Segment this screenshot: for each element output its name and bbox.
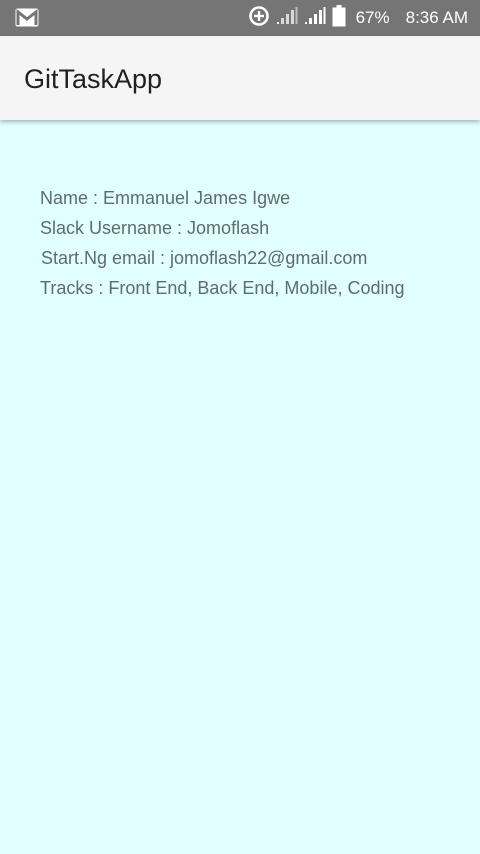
app-bar: GitTaskApp: [0, 36, 480, 120]
tracks-text: Tracks : Front End, Back End, Mobile, Co…: [40, 278, 405, 298]
status-bar: 67% 8:36 AM: [0, 0, 480, 36]
email-text: Start.Ng email : jomoflash22@gmail.com: [41, 248, 368, 268]
app-title: GitTaskApp: [24, 64, 163, 94]
slack-username-text: Slack Username : Jomoflash: [40, 218, 270, 238]
battery-icon: [332, 4, 346, 32]
signal-icon: [304, 6, 326, 30]
data-saver-icon: [248, 5, 270, 32]
battery-percent: 67%: [355, 8, 390, 27]
profile-info: Name : Emmanuel James Igwe Slack Usernam…: [40, 183, 405, 303]
name-text: Name : Emmanuel James Igwe: [40, 188, 291, 208]
gmail-icon: [15, 8, 39, 27]
clock: 8:36 AM: [405, 8, 468, 27]
signal-icon: [276, 6, 298, 30]
status-icons: 67% 8:36 AM: [248, 0, 468, 36]
